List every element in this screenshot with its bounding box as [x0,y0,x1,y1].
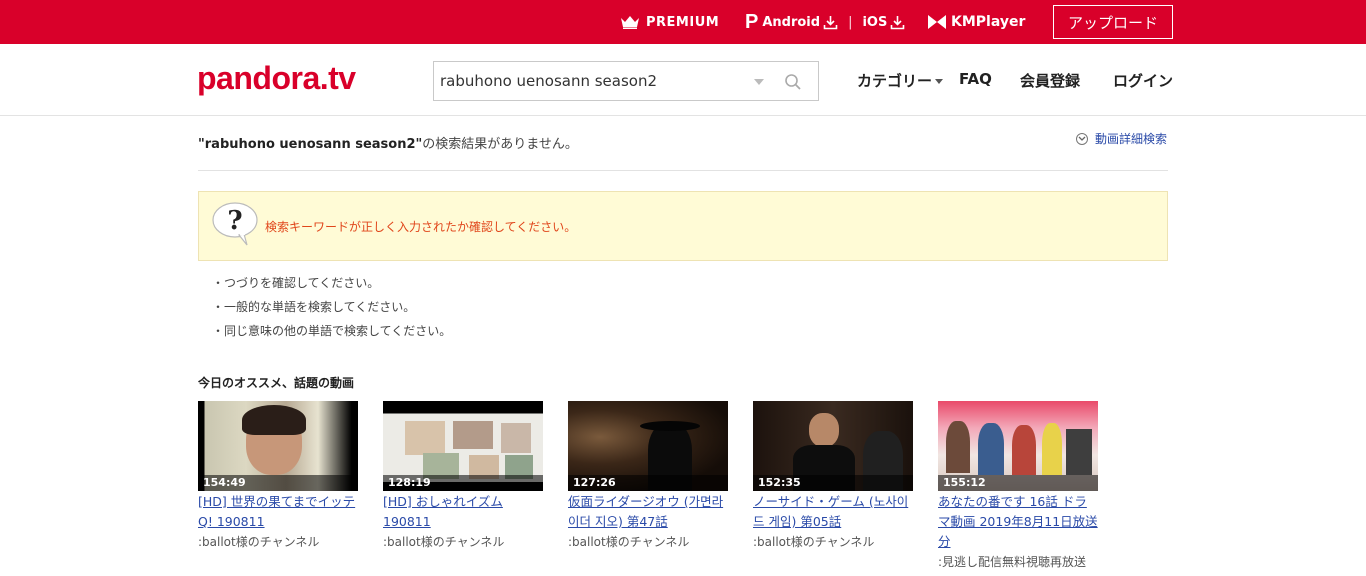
video-title-link[interactable]: あなたの番です 16話 ドラマ動画 2019年8月11日放送分 [938,492,1098,552]
video-duration: 128:19 [383,475,543,491]
video-card: 127:26 仮面ライダージオウ (가면라이더 지오) 第47話 :ballot… [568,401,728,552]
kmplayer-icon [928,15,946,29]
tip-item: 同じ意味の他の単語で検索してください。 [212,322,451,346]
kmplayer-link[interactable]: KMPlayer [928,0,1025,44]
video-title-link[interactable]: [HD] おしゃれイズム 190811 [383,492,543,532]
nav-register[interactable]: 会員登録 [1020,70,1080,91]
search-icon [785,74,801,90]
chevron-down-circle-icon [1076,132,1088,145]
divider [198,170,1168,171]
notice-box: ? 検索キーワードが正しく入力されたか確認してください。 [198,191,1168,261]
advanced-search-link[interactable]: 動画詳細検索 [1076,130,1167,147]
app-download-links: P Android | iOS [745,0,905,44]
video-card: 155:12 あなたの番です 16話 ドラマ動画 2019年8月11日放送分 :… [938,401,1098,572]
pandora-p-icon: P [745,10,759,33]
search-tips: つづりを確認してください。 一般的な単語を検索してください。 同じ意味の他の単語… [212,274,451,346]
video-channel: :見逃し配信無料視聴再放送 [938,555,1087,569]
recommended-title: 今日のオススメ、話題の動画 [198,376,355,390]
search-button[interactable] [779,68,807,96]
video-duration: 127:26 [568,475,728,491]
question-bubble-icon: ? [212,202,258,246]
video-title-link[interactable]: [HD] 世界の果てまでイッテQ! 190811 [198,492,358,532]
video-card: 152:35 ノーサイド・ゲーム (노사이드 게임) 第05話 :ballot様… [753,401,913,552]
search-result-message: "rabuhono uenosann season2"の検索結果がありません。 [198,133,578,152]
search-input[interactable] [440,62,740,100]
premium-link[interactable]: PREMIUM [620,0,719,44]
search-query: "rabuhono uenosann season2" [198,137,423,152]
svg-text:?: ? [227,206,242,236]
video-duration: 152:35 [753,475,913,491]
video-card: 128:19 [HD] おしゃれイズム 190811 :ballot様のチャンネ… [383,401,543,552]
video-thumbnail[interactable]: 152:35 [753,401,913,491]
upload-button[interactable]: アップロード [1053,5,1173,39]
video-thumbnail[interactable]: 127:26 [568,401,728,491]
video-channel: :ballot様のチャンネル [753,535,875,549]
nav-category[interactable]: カテゴリー [857,70,944,91]
crown-icon [621,16,639,29]
tip-item: つづりを確認してください。 [212,274,451,298]
video-thumbnail[interactable]: 128:19 [383,401,543,491]
download-icon [823,15,838,29]
header: pandora.tv カテゴリー FAQ 会員登録 ログイン [0,44,1366,116]
video-thumbnail[interactable]: 155:12 [938,401,1098,491]
top-bar: PREMIUM P Android | iOS KMPlayer アップロード [0,0,1366,44]
nav-category-label: カテゴリー [857,72,933,90]
chevron-down-icon [935,79,944,84]
tip-item: 一般的な単語を検索してください。 [212,298,451,322]
separator: | [848,14,853,30]
video-channel: :ballot様のチャンネル [198,535,320,549]
video-card: 154:49 [HD] 世界の果てまでイッテQ! 190811 :ballot様… [198,401,358,552]
video-thumbnail[interactable]: 154:49 [198,401,358,491]
kmplayer-label: KMPlayer [951,14,1026,30]
search-dropdown-icon[interactable] [754,79,764,85]
search-box [433,61,819,101]
video-duration: 155:12 [938,475,1098,491]
video-duration: 154:49 [198,475,358,491]
pandora-logo[interactable]: pandora.tv [197,60,356,97]
android-link[interactable]: Android [762,15,820,30]
no-result-text: の検索結果がありません。 [422,137,578,152]
ios-link[interactable]: iOS [862,15,887,30]
nav-login[interactable]: ログイン [1113,70,1173,91]
video-title-link[interactable]: 仮面ライダージオウ (가면라이더 지오) 第47話 [568,492,728,532]
download-icon [891,15,905,29]
nav-faq[interactable]: FAQ [959,70,992,88]
notice-text: 検索キーワードが正しく入力されたか確認してください。 [265,220,577,234]
premium-label: PREMIUM [646,14,720,30]
video-channel: :ballot様のチャンネル [383,535,505,549]
video-channel: :ballot様のチャンネル [568,535,690,549]
video-title-link[interactable]: ノーサイド・ゲーム (노사이드 게임) 第05話 [753,492,913,532]
advanced-search-label: 動画詳細検索 [1095,132,1168,146]
